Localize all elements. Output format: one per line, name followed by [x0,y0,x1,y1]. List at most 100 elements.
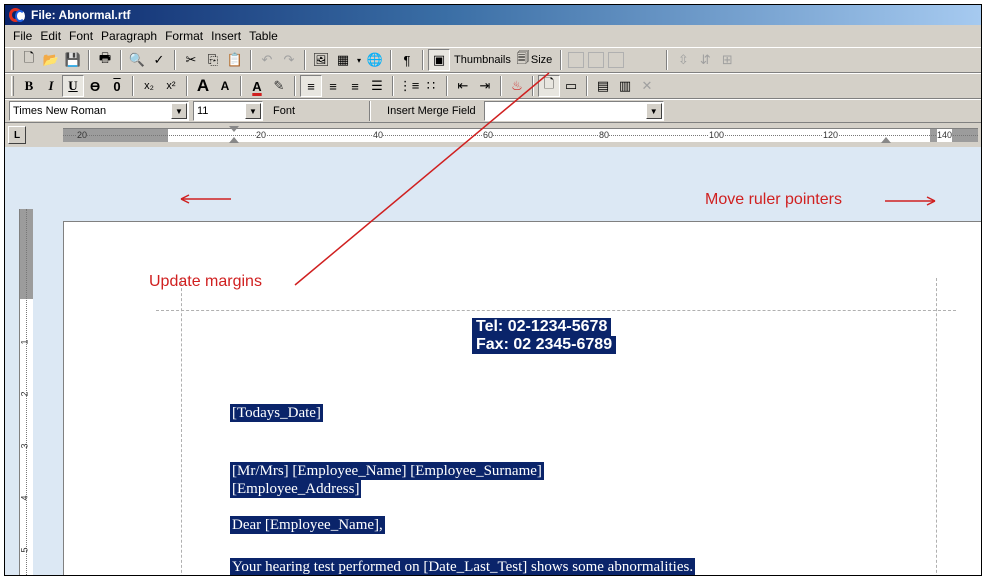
strikethrough-icon[interactable]: Ө [84,75,106,97]
align-right-icon[interactable]: ≡ [344,75,366,97]
redo-icon[interactable]: ↷ [278,49,300,71]
copy-icon[interactable]: ⎘ [202,49,224,71]
first-indent-marker[interactable] [229,126,239,132]
grow-font-icon[interactable]: A [192,75,214,97]
chevron-down-icon[interactable]: ▼ [171,103,187,119]
vruler-label: 1 [19,339,30,345]
greeting-line[interactable]: Dear [Employee_Name], [230,516,385,534]
open-folder-icon[interactable]: 📂 [40,49,62,71]
increase-indent-icon[interactable]: ⇥ [474,75,496,97]
window-title: File: Abnormal.rtf [31,8,131,22]
disabled-button-2[interactable] [588,52,605,68]
disabled-button-3[interactable] [608,52,625,68]
new-document-icon[interactable]: 🗋 [18,49,40,71]
menu-file[interactable]: File [9,29,36,43]
footer-icon[interactable]: ▥ [614,75,636,97]
vruler-label: 4 [19,495,30,501]
show-formatting-icon[interactable]: ¶ [396,49,418,71]
header-icon[interactable]: ▤ [592,75,614,97]
font-size-value: 11 [197,105,209,117]
ruler-label: 60 [483,129,494,142]
dropdown-arrow-icon[interactable]: ▾ [354,49,364,71]
ruler-label: 20 [256,129,267,142]
spellcheck-icon[interactable]: ✓ [148,49,170,71]
toolbar-grip[interactable] [11,50,14,70]
tel-line[interactable]: Tel: 02-1234-5678 [472,318,612,336]
ruler-label: 20 [77,129,88,142]
menu-bar: File Edit Font Paragraph Format Insert T… [5,26,981,46]
font-toolbar: Times New Roman ▼ 11 ▼ Font Insert Merge… [5,99,981,123]
title-bar[interactable]: File: Abnormal.rtf [5,5,981,25]
font-dialog-button[interactable]: Font [269,100,299,122]
date-field[interactable]: [Todays_Date] [230,404,323,422]
paste-icon[interactable]: 📋 [224,49,246,71]
close-header-icon[interactable]: ✕ [636,75,658,97]
disabled-button-1[interactable] [568,52,585,68]
normal-view-icon[interactable]: ▭ [560,75,582,97]
font-name-value: Times New Roman [13,105,107,117]
insert-link-icon[interactable]: 🌐 [364,49,386,71]
italic-icon[interactable]: I [40,75,62,97]
right-margin-guide [936,278,937,575]
menu-table[interactable]: Table [245,29,282,43]
fax-line[interactable]: Fax: 02 2345-6789 [472,336,617,354]
left-indent-marker[interactable] [229,137,239,143]
underline-icon[interactable]: U [62,75,84,97]
table-col-icon[interactable]: ⇵ [694,49,716,71]
chevron-down-icon[interactable]: ▼ [645,103,662,119]
bold-icon[interactable]: B [18,75,40,97]
recipient-address-line[interactable]: [Employee_Address] [230,480,362,498]
ruler-row: L 20 20 40 60 80 100 120 140 [5,124,981,146]
menu-edit[interactable]: Edit [36,29,65,43]
find-icon[interactable]: 🔍 [126,49,148,71]
undo-icon[interactable]: ↶ [256,49,278,71]
merge-field-select[interactable]: ▼ [483,101,664,121]
body-line[interactable]: Your hearing test performed on [Date_Las… [230,558,696,575]
chevron-down-icon[interactable]: ▼ [245,103,261,119]
overline-icon[interactable]: 0 [106,75,128,97]
bullet-list-icon[interactable]: ∷ [420,75,442,97]
toolbar-grip[interactable] [11,76,14,96]
table-merge-icon[interactable]: ⊞ [716,49,738,71]
menu-font[interactable]: Font [65,29,97,43]
menu-paragraph[interactable]: Paragraph [97,29,161,43]
decrease-indent-icon[interactable]: ⇤ [452,75,474,97]
ruler-label: 80 [599,129,610,142]
vruler-label: 3 [19,443,30,449]
page-size-icon[interactable]: 🗐 [515,49,531,71]
align-center-icon[interactable]: ≡ [322,75,344,97]
table-row-icon[interactable]: ⇳ [672,49,694,71]
horizontal-ruler[interactable]: 20 20 40 60 80 100 120 140 [63,126,978,143]
move-ruler-note: Move ruler pointers [705,191,842,208]
size-button[interactable]: Size [531,49,556,71]
insert-image-icon[interactable]: 🖼 [310,49,332,71]
font-color-icon[interactable]: A [246,75,268,97]
recipient-name-line[interactable]: [Mr/Mrs] [Employee_Name] [Employee_Surna… [230,462,544,480]
tab-stop-button[interactable]: L [8,126,26,144]
app-logo-icon [9,7,25,23]
margins-icon[interactable]: ▣ [428,49,450,71]
insert-table-icon[interactable]: ▦ [332,49,354,71]
formatting-toolbar: B I U Ө 0 x₂ x² A A A ✎ ≡ ≡ ≡ ☰ ⋮≡ ∷ ⇤ ⇥… [5,73,981,99]
right-indent-marker[interactable] [881,137,891,143]
print-icon[interactable]: 🖶 [94,49,116,71]
shrink-font-icon[interactable]: A [214,75,236,97]
numbered-list-icon[interactable]: ⋮≡ [398,75,420,97]
menu-format[interactable]: Format [161,29,207,43]
justify-icon[interactable]: ☰ [366,75,388,97]
font-name-select[interactable]: Times New Roman ▼ [9,101,189,121]
thumbnails-button[interactable]: Thumbnails [450,49,515,71]
page-view-icon[interactable]: 🗋 [538,75,560,97]
save-icon[interactable]: 💾 [62,49,84,71]
left-margin-guide [181,278,182,575]
vertical-ruler[interactable]: 1 2 3 4 5 [19,209,33,575]
paint-bucket-icon[interactable]: ♨ [506,75,528,97]
superscript-icon[interactable]: x² [160,75,182,97]
application-window: File: Abnormal.rtf File Edit Font Paragr… [4,4,982,576]
font-size-select[interactable]: 11 ▼ [193,101,263,121]
highlight-icon[interactable]: ✎ [268,75,290,97]
align-left-icon[interactable]: ≡ [300,75,322,97]
subscript-icon[interactable]: x₂ [138,75,160,97]
menu-insert[interactable]: Insert [207,29,245,43]
cut-icon[interactable]: ✂ [180,49,202,71]
